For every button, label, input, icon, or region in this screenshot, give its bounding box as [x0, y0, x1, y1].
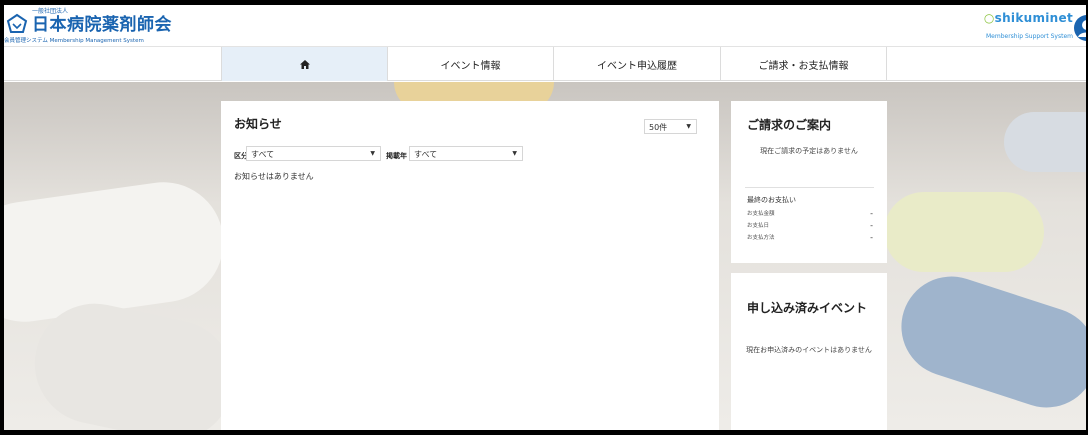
count-per-page-value: 50件	[649, 123, 668, 132]
payment-amount-label: お支払金額	[747, 211, 775, 217]
payment-method-value: -	[870, 233, 873, 242]
category-select[interactable]: すべて ▼	[246, 146, 381, 161]
dropdown-caret-icon: ▼	[370, 150, 375, 157]
org-logo-icon	[6, 13, 28, 33]
notice-empty-message: お知らせはありません	[234, 172, 314, 181]
nav-home[interactable]	[221, 47, 387, 81]
payment-date-row: お支払日 -	[747, 221, 873, 230]
payment-method-row: お支払方法 -	[747, 233, 873, 242]
home-icon	[299, 59, 310, 69]
billing-panel: ご請求のご案内 現在ご請求の予定はありません 最終のお支払い お支払金額 - お…	[731, 101, 887, 263]
user-account-icon[interactable]	[1074, 15, 1086, 41]
brand-subtitle: Membership Support System	[986, 33, 1073, 40]
category-value: すべて	[251, 150, 275, 159]
org-name: 日本病院薬剤師会	[32, 15, 172, 35]
notice-title: お知らせ	[234, 117, 282, 131]
last-payment-title: 最終のお支払い	[747, 196, 796, 204]
divider	[745, 187, 874, 188]
payment-method-label: お支払方法	[747, 235, 775, 241]
brand-name: shikuminet	[994, 11, 1073, 25]
header: 一般社団法人 日本病院薬剤師会 会員管理システム Membership Mana…	[4, 5, 1086, 47]
payment-date-value: -	[870, 221, 873, 230]
year-value: すべて	[414, 150, 438, 159]
notice-panel: お知らせ 50件 ▼ 区分 すべて ▼ 掲載年 すべて ▼ お知らせはありません	[221, 101, 719, 430]
billing-title: ご請求のご案内	[747, 118, 832, 132]
year-select[interactable]: すべて ▼	[409, 146, 523, 161]
app-window: 一般社団法人 日本病院薬剤師会 会員管理システム Membership Mana…	[4, 5, 1086, 430]
count-per-page-select[interactable]: 50件 ▼	[644, 119, 697, 134]
billing-message: 現在ご請求の予定はありません	[760, 147, 858, 155]
applied-events-message: 現在お申込済みのイベントはありません	[746, 346, 872, 354]
nav-event-info[interactable]: イベント情報	[387, 47, 553, 81]
brand-dot-icon: ○	[983, 11, 995, 25]
dropdown-caret-icon: ▼	[686, 123, 691, 130]
shikuminet-brand: ○shikuminet Membership Support System	[977, 11, 1073, 40]
org-logo[interactable]: 一般社団法人 日本病院薬剤師会	[6, 8, 172, 35]
applied-events-title: 申し込み済みイベント	[747, 301, 868, 315]
applied-events-panel: 申し込み済みイベント 現在お申込済みのイベントはありません	[731, 273, 887, 430]
dropdown-caret-icon: ▼	[512, 150, 517, 157]
payment-amount-row: お支払金額 -	[747, 209, 873, 218]
payment-date-label: お支払日	[747, 223, 770, 229]
payment-amount-value: -	[870, 209, 873, 218]
nav-billing-info[interactable]: ご請求・お支払情報	[720, 47, 887, 81]
nav-event-history[interactable]: イベント申込履歴	[553, 47, 720, 81]
main-nav: イベント情報 イベント申込履歴 ご請求・お支払情報	[4, 47, 1086, 81]
year-label: 掲載年	[386, 152, 407, 160]
system-subtitle: 会員管理システム Membership Management System	[4, 38, 144, 44]
